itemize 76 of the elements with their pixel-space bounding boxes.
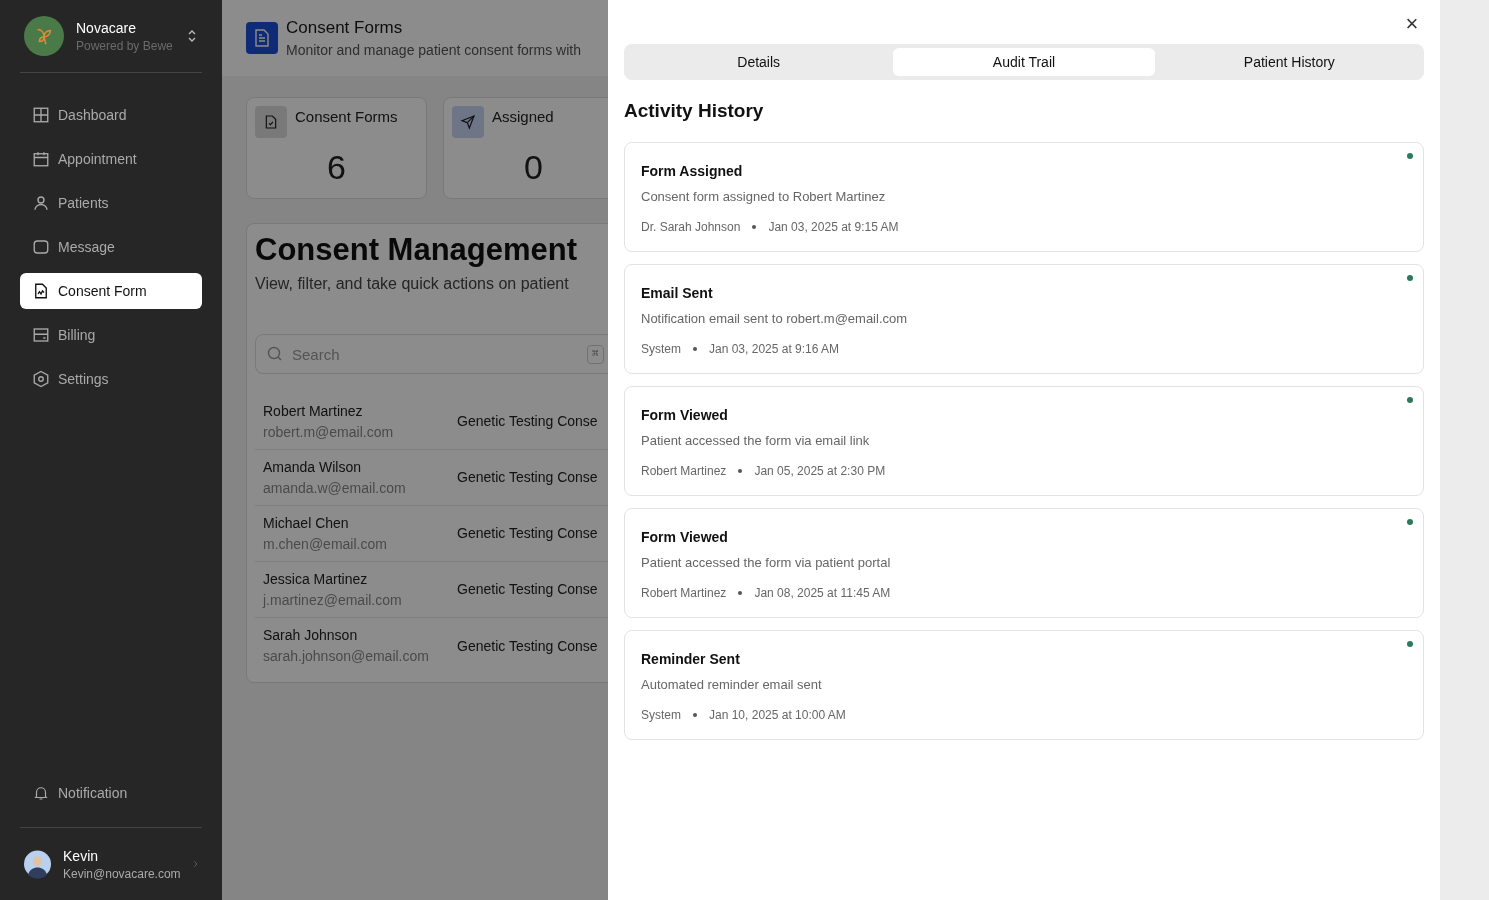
close-button[interactable]: × [1400, 12, 1424, 36]
chevron-updown-icon[interactable] [186, 28, 198, 44]
patient-email: robert.m@email.com [263, 422, 395, 442]
tab[interactable]: Details [628, 48, 890, 76]
form-name: Genetic Testing Conse [457, 636, 598, 656]
patient-name: Sarah Johnson [263, 626, 359, 645]
patient-name: Jessica Martinez [263, 569, 369, 589]
stat-label: Consent Forms [295, 107, 398, 127]
page-title: Consent Forms [286, 16, 404, 39]
form-name: Genetic Testing Conse [457, 580, 598, 599]
event-description: Consent form assigned to Robert Martinez [641, 187, 887, 206]
event-time: Jan 05, 2025 at 2:30 PM [754, 463, 886, 480]
patient-email: m.chen@email.com [263, 534, 388, 554]
event-description: Automated reminder email sent [641, 675, 823, 694]
event-description: Patient accessed the form via email link [641, 431, 871, 450]
logo-icon [24, 16, 64, 56]
document-icon [32, 282, 50, 300]
notification-link[interactable]: Notification [58, 783, 128, 803]
event-actor: System [641, 707, 681, 724]
brand-tagline: Powered by Bewe [76, 38, 174, 54]
patient-name: Amanda Wilson [263, 457, 363, 477]
event-time: Jan 10, 2025 at 10:00 AM [709, 707, 846, 724]
form-name: Genetic Testing Conse [457, 412, 598, 431]
form-name: Genetic Testing Conse [457, 468, 598, 487]
event-title: Email Sent [641, 283, 714, 303]
file-check-icon [255, 106, 287, 138]
calendar-icon [32, 150, 50, 168]
nav-item[interactable]: Patients [20, 185, 202, 221]
patient-email: j.martinez@email.com [263, 590, 403, 610]
event-actor: System [641, 341, 681, 358]
event-title: Form Assigned [641, 161, 744, 181]
event-time: Jan 08, 2025 at 11:45 AM [754, 585, 891, 602]
stat-value: 6 [326, 147, 347, 188]
nav-item[interactable]: Consent Form [20, 273, 202, 309]
event-time: Jan 03, 2025 at 9:16 AM [709, 341, 840, 358]
shortcut-key: ⌘ [587, 345, 604, 364]
event-time: Jan 03, 2025 at 9:15 AM [768, 219, 899, 236]
nav-item[interactable]: Dashboard [20, 97, 202, 133]
user-name: Kevin [63, 847, 100, 866]
patient-name: Robert Martinez [263, 401, 364, 421]
nav-item[interactable]: Message [20, 229, 202, 265]
list-subtitle: View, filter, and take quick actions on patient [254, 274, 570, 294]
event-title: Form Viewed [641, 527, 729, 547]
event-actor: Robert Martinez [641, 463, 727, 480]
gear-icon [32, 370, 50, 388]
grid-icon [32, 106, 50, 124]
page-subtitle: Monitor and manage patient consent forms with [286, 41, 581, 61]
event-description: Notification email sent to robert.m@email.com [641, 309, 909, 328]
tab[interactable]: Audit Trail [893, 48, 1155, 76]
send-icon [452, 106, 484, 138]
patient-name: Michael Chen [263, 513, 350, 533]
event-actor: Dr. Sarah Johnson [641, 219, 741, 236]
patient-email: amanda.w@email.com [263, 478, 407, 498]
stat-value: 0 [523, 147, 544, 188]
event-actor: Robert Martinez [641, 585, 727, 602]
event-title: Reminder Sent [641, 649, 741, 669]
person-icon [32, 194, 50, 212]
section-heading: Activity History [624, 99, 765, 123]
form-name: Genetic Testing Conse [457, 524, 598, 543]
nav-item[interactable]: Settings [20, 361, 202, 397]
card-icon [32, 326, 50, 344]
search-icon [267, 346, 283, 362]
brand-name: Novacare [76, 19, 137, 38]
document-icon [246, 22, 278, 54]
tab[interactable]: Patient History [1158, 48, 1420, 76]
stat-label: Assigned [492, 107, 554, 127]
list-title: Consent Management [254, 231, 579, 269]
bell-icon [32, 784, 50, 802]
patient-email: sarah.johnson@email.com [263, 647, 430, 666]
chevron-right-icon[interactable] [192, 858, 198, 870]
event-description: Patient accessed the form via patient portal [641, 553, 892, 572]
chat-icon [32, 238, 50, 256]
nav-item[interactable]: Appointment [20, 141, 202, 177]
nav-item[interactable]: Billing [20, 317, 202, 353]
event-title: Form Viewed [641, 405, 729, 425]
user-email: Kevin@novacare.com [63, 866, 181, 882]
